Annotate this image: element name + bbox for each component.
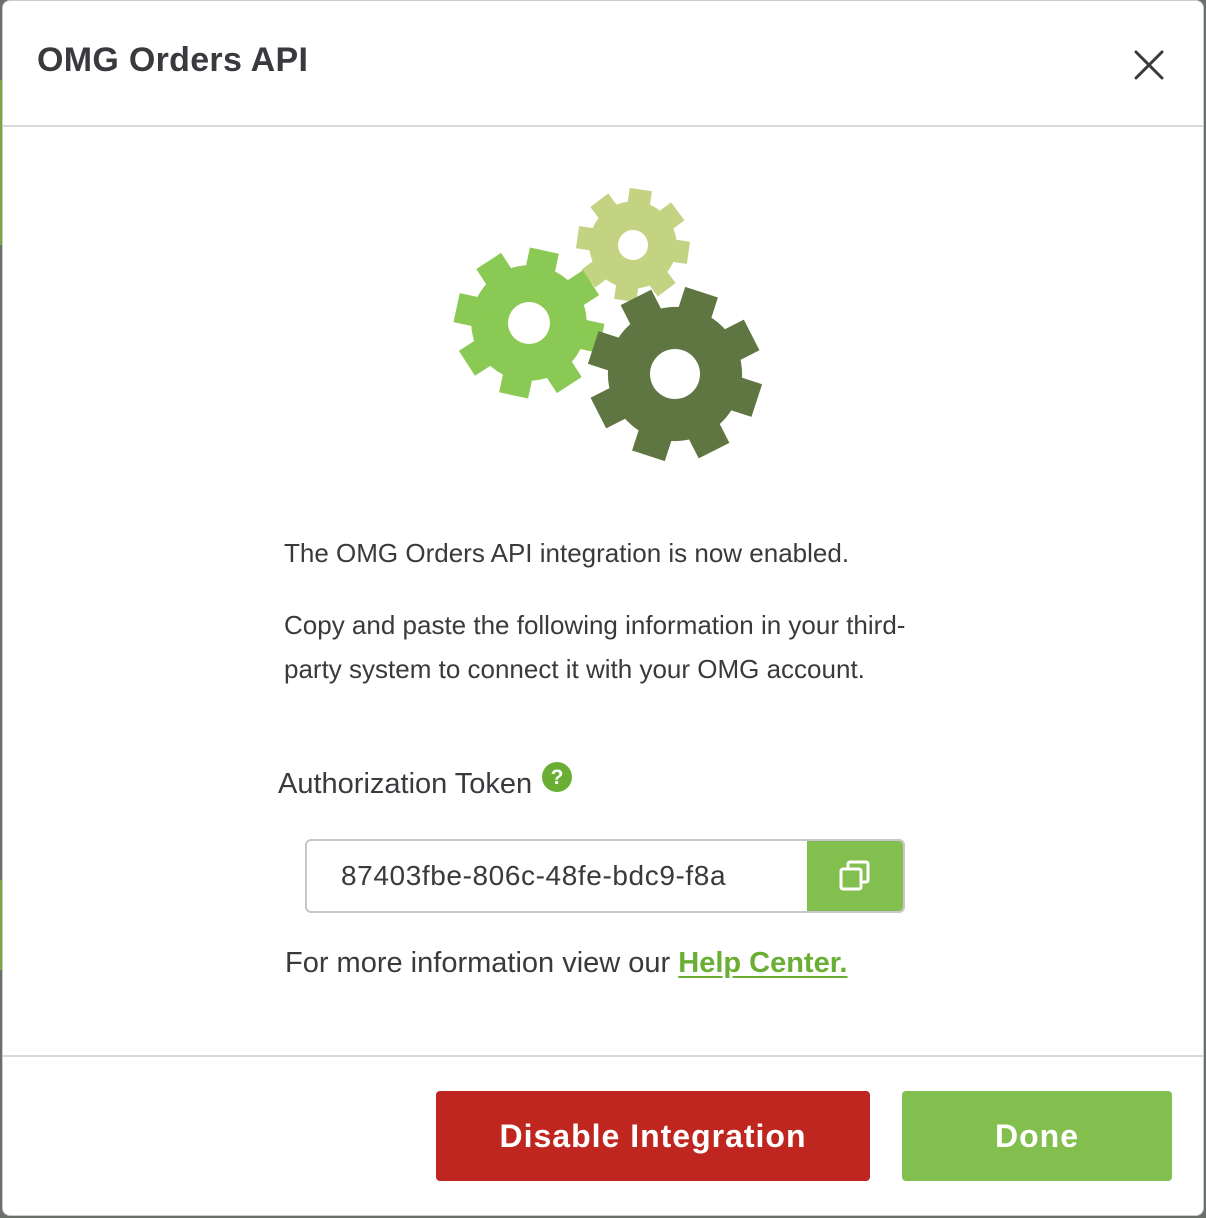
gear-mid-hole: [508, 302, 550, 344]
copy-instructions: Copy and paste the following information…: [284, 610, 906, 684]
copy-icon: [839, 860, 870, 891]
token-input[interactable]: [307, 841, 807, 911]
gears-icon: [443, 181, 773, 471]
close-icon: [1134, 50, 1164, 80]
help-center-link[interactable]: Help Center.: [678, 947, 847, 979]
token-label-row: Authorization Token ?: [278, 761, 573, 807]
question-circle-icon[interactable]: ?: [542, 762, 573, 792]
svg-text:?: ?: [551, 766, 564, 789]
done-button[interactable]: Done: [902, 1091, 1172, 1181]
disable-integration-button[interactable]: Disable Integration: [436, 1091, 870, 1181]
gear-dark-hole: [650, 349, 700, 399]
token-label: Authorization Token: [278, 767, 533, 800]
dialog-footer: Disable Integration Done: [3, 1055, 1203, 1215]
close-button[interactable]: [1123, 39, 1175, 91]
enabled-message: The OMG Orders API integration is now en…: [284, 538, 850, 568]
token-field: [305, 839, 905, 913]
help-center-line: For more information view our Help Cente…: [285, 947, 847, 980]
gear-light-hole: [618, 230, 648, 260]
help-line-prefix: For more information view our: [285, 947, 679, 979]
copy-token-button[interactable]: [807, 841, 903, 911]
integration-dialog: OMG Orders API The OMG Orders API integr…: [2, 0, 1204, 1216]
dialog-title: OMG Orders API: [37, 41, 309, 79]
dialog-header: OMG Orders API: [3, 1, 1203, 127]
